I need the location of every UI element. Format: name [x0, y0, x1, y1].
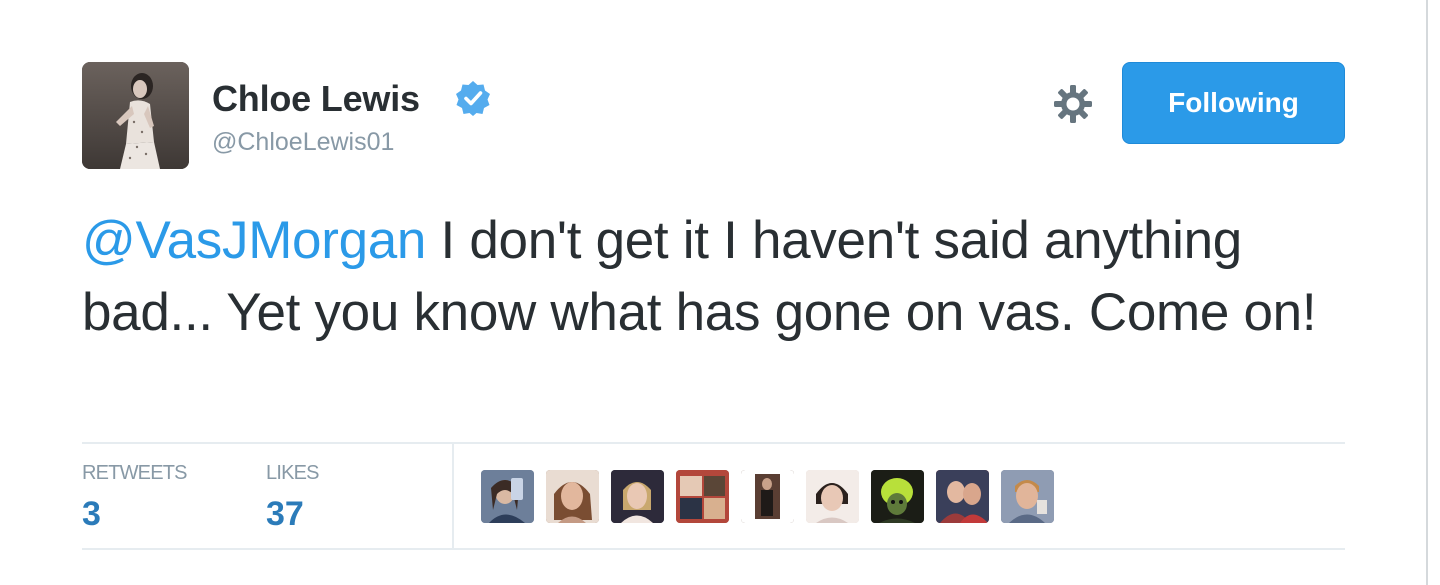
retweets-count: 3	[82, 495, 101, 533]
likes-label: LIKES	[266, 462, 319, 484]
retweets-stat[interactable]: RETWEETS 3	[82, 462, 188, 534]
liker-avatar[interactable]	[806, 470, 859, 523]
tweet-text: @VasJMorgan I don't get it I haven't sai…	[82, 205, 1342, 349]
retweets-label: RETWEETS	[82, 462, 188, 484]
liker-avatar[interactable]	[871, 470, 924, 523]
author-handle[interactable]: @ChloeLewis01	[212, 128, 394, 157]
verified-badge-icon	[456, 81, 490, 116]
liker-avatar[interactable]	[546, 470, 599, 523]
author-display-name[interactable]: Chloe Lewis	[212, 78, 420, 120]
likes-stat[interactable]: LIKES 37	[266, 462, 319, 534]
liker-avatar[interactable]	[1001, 470, 1054, 523]
tweet-mention-link[interactable]: @VasJMorgan	[82, 211, 426, 270]
gear-icon[interactable]	[1051, 82, 1095, 126]
following-button[interactable]: Following	[1122, 62, 1345, 144]
stats-top-divider	[82, 442, 1345, 444]
likers-avatar-list	[481, 470, 1054, 523]
likes-count: 37	[266, 495, 304, 533]
liker-avatar[interactable]	[936, 470, 989, 523]
liker-avatar[interactable]	[481, 470, 534, 523]
author-avatar[interactable]	[82, 62, 189, 169]
liker-avatar[interactable]	[741, 470, 794, 523]
stats-vertical-divider	[452, 444, 454, 548]
window-edge	[1426, 0, 1440, 585]
liker-avatar[interactable]	[611, 470, 664, 523]
stats-bottom-divider	[82, 548, 1345, 550]
liker-avatar[interactable]	[676, 470, 729, 523]
